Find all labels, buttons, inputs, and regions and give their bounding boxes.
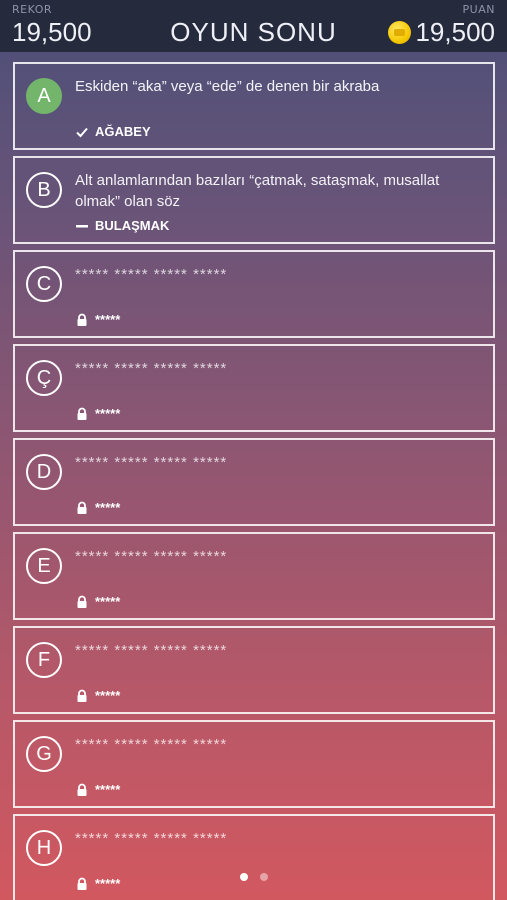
answer-row: AĞABEY: [75, 124, 151, 139]
page-indicator[interactable]: [0, 873, 507, 881]
answer-row: *****: [75, 688, 120, 703]
lock-icon: [75, 595, 89, 609]
question-card-e[interactable]: E ***** ***** ***** ***** *****: [13, 532, 495, 620]
lock-icon: [75, 689, 89, 703]
question-text: ***** ***** ***** *****: [75, 830, 228, 847]
lock-icon: [75, 407, 89, 421]
question-card-g[interactable]: G ***** ***** ***** ***** *****: [13, 720, 495, 808]
letter-badge: D: [26, 454, 62, 490]
question-card-f[interactable]: F ***** ***** ***** ***** *****: [13, 626, 495, 714]
dash-icon: [75, 219, 89, 233]
answer-text: *****: [95, 688, 121, 703]
check-icon: [75, 125, 89, 139]
question-card-b[interactable]: B Alt anlamlarından bazıları “çatmak, sa…: [13, 156, 495, 244]
answer-row: *****: [75, 406, 120, 421]
question-text: Alt anlamlarından bazıları “çatmak, sata…: [75, 172, 440, 210]
answer-row: *****: [75, 782, 120, 797]
rekor-label: REKOR: [12, 3, 53, 16]
lock-icon: [75, 313, 89, 327]
letter-badge: A: [26, 78, 62, 114]
question-text: ***** ***** ***** *****: [75, 360, 228, 377]
answer-row: *****: [75, 312, 120, 327]
question-text: ***** ***** ***** *****: [75, 642, 228, 659]
answer-text: *****: [95, 312, 121, 327]
question-card-d[interactable]: D ***** ***** ***** ***** *****: [13, 438, 495, 526]
letter-badge: H: [26, 830, 62, 866]
answer-text: *****: [95, 782, 121, 797]
answer-text: *****: [95, 406, 121, 421]
page-dot-active[interactable]: [239, 873, 248, 881]
answer-text: AĞABEY: [95, 124, 151, 139]
answer-row: *****: [75, 500, 120, 515]
answer-text: BULAŞMAK: [95, 218, 170, 233]
lock-icon: [75, 783, 89, 797]
answer-row: *****: [75, 594, 120, 609]
coin-icon: [388, 21, 412, 44]
question-text: ***** ***** ***** *****: [75, 548, 228, 565]
letter-badge: Ç: [26, 360, 62, 396]
question-card-c[interactable]: C ***** ***** ***** ***** *****: [13, 250, 495, 338]
question-text: ***** ***** ***** *****: [75, 736, 228, 753]
question-text: ***** ***** ***** *****: [75, 266, 228, 283]
answer-row: BULAŞMAK: [75, 218, 169, 233]
question-text: Eskiden “aka” veya “ede” de denen bir ak…: [75, 78, 380, 95]
letter-badge: F: [26, 642, 62, 678]
letter-badge: G: [26, 736, 62, 772]
answer-text: *****: [95, 594, 121, 609]
puan-label: PUAN: [462, 3, 495, 16]
question-card-c-cedilla[interactable]: Ç ***** ***** ***** ***** *****: [13, 344, 495, 432]
letter-badge: C: [26, 266, 62, 302]
question-card-h[interactable]: H ***** ***** ***** ***** *****: [13, 814, 495, 900]
puan-value: 19,500: [415, 17, 495, 47]
letter-badge: B: [26, 172, 62, 208]
puan-display: 19,500: [388, 17, 495, 48]
page-dot-inactive[interactable]: [259, 873, 268, 881]
top-bar: REKOR 19,500 OYUN SONU PUAN 19,500: [0, 0, 507, 52]
lock-icon: [75, 501, 89, 515]
letter-badge: E: [26, 548, 62, 584]
question-card-a[interactable]: A Eskiden “aka” veya “ede” de denen bir …: [13, 62, 495, 150]
question-text: ***** ***** ***** *****: [75, 454, 228, 471]
answer-text: *****: [95, 500, 121, 515]
